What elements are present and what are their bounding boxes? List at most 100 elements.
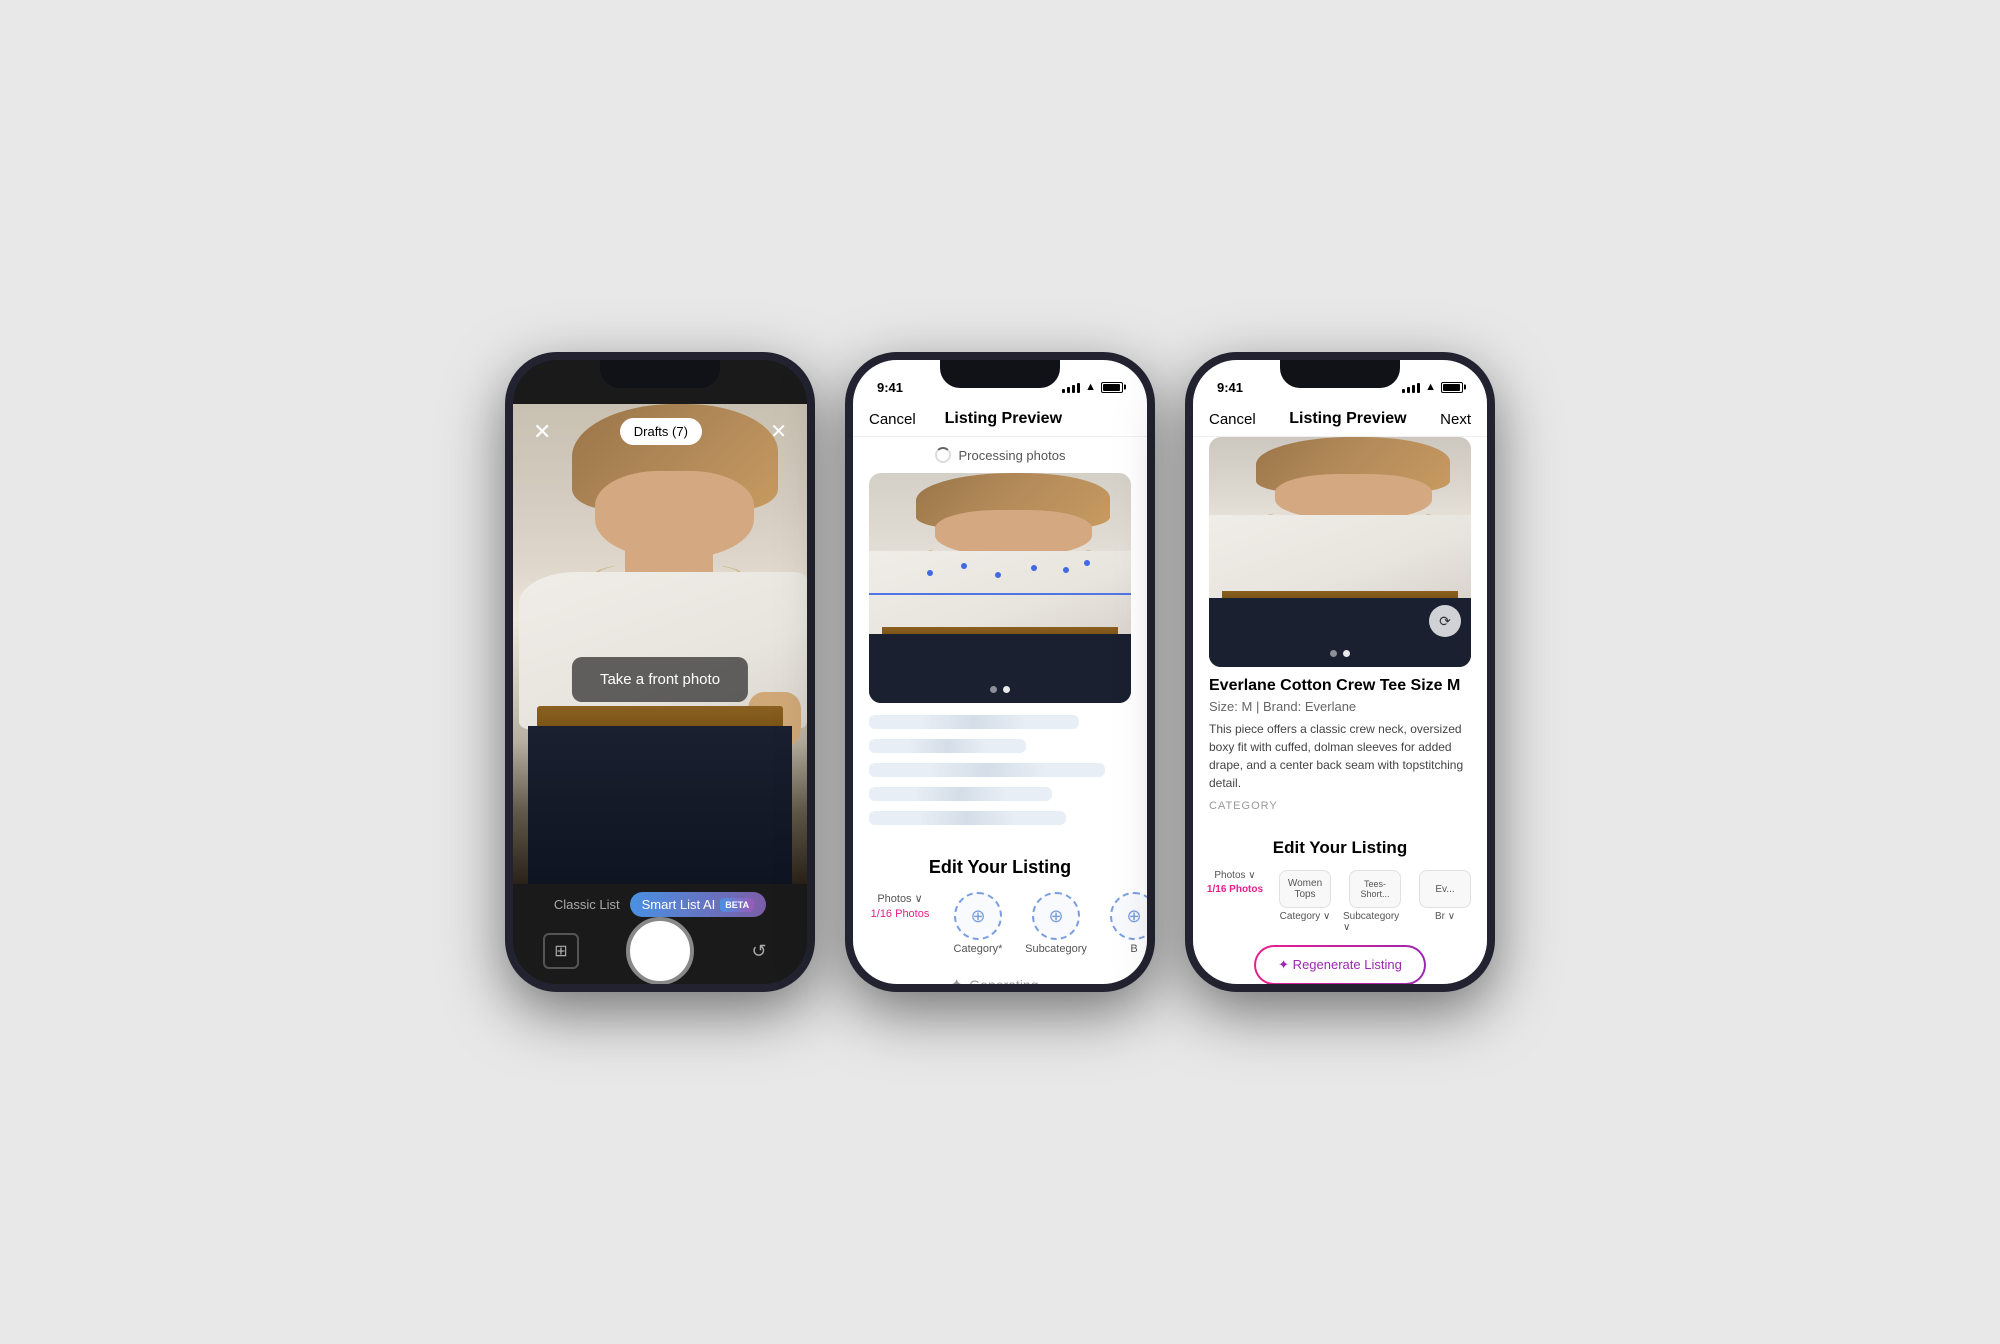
phone3-screen: 9:41 ▲ Cancel Listing Pre <box>1193 360 1487 984</box>
product-info: Everlane Cotton Crew Tee Size M Size: M … <box>1193 667 1487 832</box>
p3-signal-bar-4 <box>1417 383 1420 393</box>
p3-status-icons: ▲ <box>1402 381 1463 393</box>
p3-signal-bar-2 <box>1407 387 1410 393</box>
phone2-screen: 9:41 ▲ Cancel Listing Pre <box>853 360 1147 984</box>
generating-text: Generating... <box>969 977 1050 984</box>
wifi-icon: ▲ <box>1085 381 1096 393</box>
tab-category[interactable]: ⊕ Category* <box>943 892 1013 955</box>
beta-badge: BETA <box>720 898 754 912</box>
image-dots <box>990 686 1010 693</box>
smart-list-label[interactable]: Smart List AI <box>642 897 716 912</box>
skeleton-loading <box>853 703 1147 847</box>
p3-cancel-button[interactable]: Cancel <box>1209 411 1256 428</box>
spinner-icon <box>935 447 951 463</box>
tab-brand-circle: ⊕ <box>1110 892 1147 940</box>
product-description: This piece offers a classic crew neck, o… <box>1209 720 1471 792</box>
tab-category-icon: ⊕ <box>970 906 985 927</box>
p3-brand-box-text: Ev... <box>1435 884 1454 895</box>
listing-tabs: Photos ∨ 1/16 Photos ⊕ Category* ⊕ Subca… <box>853 886 1147 963</box>
drafts-button[interactable]: Drafts (7) <box>620 418 702 445</box>
phone2-nav-bar: Cancel Listing Preview <box>853 404 1147 437</box>
tab-photos[interactable]: Photos ∨ 1/16 Photos <box>865 892 935 955</box>
tab-brand-label: B <box>1130 943 1137 955</box>
regenerate-button[interactable]: ✦ Regenerate Listing <box>1254 945 1426 984</box>
skeleton-4 <box>869 787 1052 801</box>
p3-subcategory-label: Subcategory ∨ <box>1343 911 1407 933</box>
scan-dot-3 <box>995 572 1001 578</box>
camera-person <box>513 404 807 884</box>
p3-edit-listing-title: Edit Your Listing <box>1193 832 1487 866</box>
p3-product-image: ⟳ <box>1209 437 1471 667</box>
flip-icon: ↺ <box>751 941 766 962</box>
tab-category-circle: ⊕ <box>954 892 1002 940</box>
tab-subcategory[interactable]: ⊕ Subcategory <box>1021 892 1091 955</box>
signal-bar-2 <box>1067 387 1070 393</box>
regenerate-wrapper: ✦ Regenerate Listing <box>1193 945 1487 984</box>
person-image <box>869 473 1131 703</box>
p3-next-button[interactable]: Next <box>1440 411 1471 428</box>
gallery-button[interactable]: ⊞ <box>543 933 579 969</box>
cancel-button[interactable]: Cancel <box>869 411 916 428</box>
status-time: 9:41 <box>877 380 903 395</box>
p3-shirt <box>1209 515 1471 602</box>
mode-toggle: Classic List Smart List AI BETA <box>554 892 766 917</box>
p3-image-dots <box>1330 650 1350 657</box>
p3-wifi-icon: ▲ <box>1425 381 1436 393</box>
camera-bottom-controls: Classic List Smart List AI BETA ⊞ ↺ <box>513 884 807 984</box>
p3-brand-label: Br ∨ <box>1435 911 1455 922</box>
p3-dot-2 <box>1343 650 1350 657</box>
close-button[interactable]: ✕ <box>533 419 551 445</box>
tab-subcategory-icon: ⊕ <box>1048 906 1063 927</box>
p3-category-box-text: Women Tops <box>1280 878 1330 900</box>
phone3-nav-bar: Cancel Listing Preview Next <box>1193 404 1487 437</box>
p3-signal-bar-3 <box>1412 385 1415 393</box>
phone-3: 9:41 ▲ Cancel Listing Pre <box>1185 352 1495 992</box>
flip-camera-button[interactable]: ↺ <box>741 933 777 969</box>
face-layer <box>595 471 754 557</box>
p3-status-time: 9:41 <box>1217 380 1243 395</box>
take-front-photo-overlay: Take a front photo <box>572 657 748 702</box>
p3-signal-icon <box>1402 381 1420 393</box>
p3-listing-tabs: Photos ∨ 1/16 Photos Women Tops Category… <box>1193 866 1487 937</box>
processing-text: Processing photos <box>959 448 1066 463</box>
tab-subcategory-label: Subcategory <box>1025 943 1087 955</box>
shutter-button[interactable] <box>626 917 694 984</box>
phones-container: ✕ Drafts (7) ✕ Take a front photo <box>505 352 1495 992</box>
camera-viewfinder: Take a front photo <box>513 404 807 884</box>
classic-list-label[interactable]: Classic List <box>554 897 620 912</box>
p3-tab-subcategory[interactable]: Tees- Short... Subcategory ∨ <box>1343 870 1407 933</box>
tab-brand[interactable]: ⊕ B <box>1099 892 1147 955</box>
p3-photos-label: Photos ∨ <box>1214 870 1255 881</box>
phone1-notch <box>600 360 720 388</box>
p3-photos-sublabel: 1/16 Photos <box>1207 884 1263 895</box>
signal-bar-3 <box>1072 385 1075 393</box>
skeleton-5 <box>869 811 1066 825</box>
p3-subcategory-box-text: Tees- Short... <box>1350 879 1400 899</box>
p3-tab-brand[interactable]: Ev... Br ∨ <box>1413 870 1477 933</box>
snap-icon[interactable]: ✕ <box>770 419 787 444</box>
battery-icon <box>1101 382 1123 393</box>
shutter-inner <box>632 923 688 979</box>
gallery-icon: ⊞ <box>554 941 567 961</box>
p3-tab-category[interactable]: Women Tops Category ∨ <box>1273 870 1337 933</box>
p2-shirt <box>869 551 1131 638</box>
sparkle-icon: ✦ <box>950 975 963 984</box>
camera-rotate-button[interactable]: ⟳ <box>1429 605 1461 637</box>
signal-bar-1 <box>1062 389 1065 393</box>
dot-2-active <box>1003 686 1010 693</box>
generating-button: ✦ Generating... <box>853 963 1147 984</box>
status-icons: ▲ <box>1062 381 1123 393</box>
p3-person <box>1209 437 1471 667</box>
p3-battery-fill <box>1443 384 1460 391</box>
skeleton-1 <box>869 715 1079 729</box>
product-image <box>869 473 1131 703</box>
p3-tab-photos[interactable]: Photos ∨ 1/16 Photos <box>1203 870 1267 933</box>
p3-subcategory-box: Tees- Short... <box>1349 870 1401 908</box>
product-title: Everlane Cotton Crew Tee Size M <box>1209 677 1471 695</box>
dot-1 <box>990 686 997 693</box>
phone1-screen: ✕ Drafts (7) ✕ Take a front photo <box>513 360 807 984</box>
edit-listing-title: Edit Your Listing <box>853 847 1147 886</box>
scan-dot-1 <box>927 570 933 576</box>
processing-banner: Processing photos <box>853 437 1147 473</box>
rotate-icon: ⟳ <box>1439 613 1451 630</box>
